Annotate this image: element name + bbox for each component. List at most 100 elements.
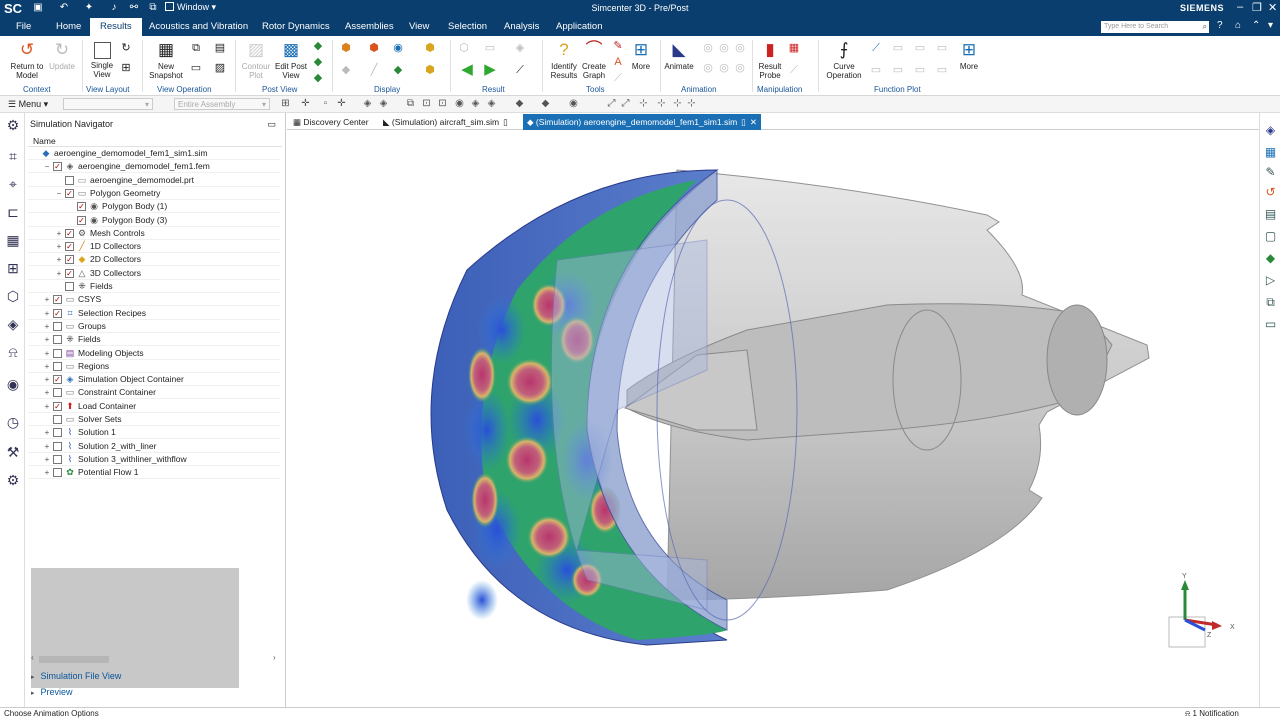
view-icon[interactable]: ⧉: [405, 98, 416, 109]
render-icon[interactable]: ◉: [568, 98, 579, 109]
coordinate-triad[interactable]: Y X Z: [1168, 573, 1235, 648]
snap-icon[interactable]: ⊹: [656, 98, 667, 109]
restore-icon[interactable]: ❐: [1252, 1, 1262, 14]
view-icon[interactable]: ◈: [470, 98, 481, 109]
tree-expander-icon[interactable]: +: [43, 400, 51, 413]
edit-icon[interactable]: ✎: [1263, 165, 1278, 180]
tree-row[interactable]: + ▭ Constraint Container: [28, 386, 280, 400]
menu-results[interactable]: Results: [90, 18, 142, 36]
tree-row[interactable]: + ⌇ Solution 2_with_liner: [28, 440, 280, 453]
display-icon[interactable]: ╱: [368, 64, 380, 76]
function-plot-icon[interactable]: ⟋: [870, 42, 882, 54]
layout-icon[interactable]: ▤: [1263, 207, 1278, 222]
close-icon[interactable]: ✕: [1268, 1, 1277, 14]
cube-icon[interactable]: ◈: [362, 98, 373, 109]
aeroengine-model[interactable]: Y X Z: [287, 130, 1259, 707]
tree-expander-icon[interactable]: +: [43, 293, 51, 306]
tree-row[interactable]: + ▭ Groups: [28, 320, 280, 333]
visibility-checkbox[interactable]: [53, 454, 62, 464]
function-plot-icon[interactable]: ▭: [914, 64, 926, 76]
frame-icon[interactable]: ▢: [1263, 229, 1278, 244]
tree-row[interactable]: + ✓ ⚙ Mesh Controls: [28, 227, 280, 240]
tree-expander-icon[interactable]: +: [43, 440, 51, 453]
tree-expander-icon[interactable]: +: [55, 267, 63, 280]
edit-post-view-button[interactable]: ▩ Edit Post View: [274, 40, 308, 80]
tree-expander-icon[interactable]: +: [43, 347, 51, 360]
tree-row[interactable]: + ✓ △ 3D Collectors: [28, 267, 280, 280]
snapshot-copy-icon[interactable]: ⧉: [190, 42, 202, 54]
panel-icon[interactable]: ▭: [1263, 317, 1278, 332]
anim-control-icon[interactable]: ◎: [718, 42, 730, 54]
roles-icon[interactable]: ⬡: [4, 287, 22, 305]
tree-expander-icon[interactable]: +: [55, 227, 63, 240]
menu-home[interactable]: Home: [55, 18, 82, 36]
menu-assemblies[interactable]: Assemblies: [344, 18, 395, 36]
animate-button[interactable]: ◣ Animate: [664, 40, 694, 72]
scroll-thumb[interactable]: [39, 656, 109, 663]
display-icon[interactable]: ⬢: [368, 42, 380, 54]
snapshot-image-icon[interactable]: ▭: [190, 62, 202, 74]
tool-icon[interactable]: A: [612, 56, 624, 68]
snap-icon[interactable]: ⊹: [672, 98, 683, 109]
visibility-checkbox[interactable]: [65, 175, 74, 185]
palette-icon[interactable]: ▦: [1263, 145, 1278, 160]
visibility-checkbox[interactable]: [53, 335, 62, 345]
tree-expander-icon[interactable]: +: [43, 307, 51, 320]
tree-expander-icon[interactable]: +: [43, 320, 51, 333]
visibility-checkbox[interactable]: ✓: [53, 162, 62, 172]
visibility-checkbox[interactable]: [53, 321, 62, 331]
gear-icon[interactable]: ⚙: [4, 116, 22, 134]
snap-icon[interactable]: ⤢: [606, 98, 617, 109]
render-icon[interactable]: ◆: [514, 98, 525, 109]
tree-row[interactable]: + ⁜ Fields: [28, 333, 280, 347]
home-icon[interactable]: ⌂: [1235, 20, 1241, 31]
simulation-file-view-section[interactable]: ▸ Simulation File View: [31, 671, 121, 681]
contour-plot-button[interactable]: ▨ Contour Plot: [240, 40, 272, 80]
tree-expander-icon[interactable]: +: [43, 333, 51, 346]
more-function-button[interactable]: ⊞ More: [956, 40, 982, 72]
preview-section[interactable]: ▸ Preview: [31, 687, 73, 697]
simulation-navigator-icon[interactable]: ⌗: [4, 147, 22, 165]
display-icon[interactable]: ◆: [340, 64, 352, 76]
tree-row[interactable]: + ▭ Regions: [28, 360, 280, 373]
settings-icon[interactable]: ⚙: [4, 471, 22, 489]
result-icon[interactable]: ▭: [484, 42, 496, 54]
visibility-checkbox[interactable]: ✓: [65, 255, 74, 265]
result-icon[interactable]: ⟋: [514, 64, 526, 76]
visibility-checkbox[interactable]: ✓: [53, 375, 62, 385]
tree-expander-icon[interactable]: +: [55, 240, 63, 253]
visibility-checkbox[interactable]: ✓: [77, 202, 86, 212]
visibility-checkbox[interactable]: ✓: [65, 242, 74, 252]
post-view-tool-icon[interactable]: ◆: [312, 40, 324, 52]
select-icon[interactable]: ✛: [336, 98, 347, 109]
tree-row[interactable]: − ✓ ◈ aeroengine_demomodel_fem1.fem: [28, 160, 280, 174]
tree-row[interactable]: + ✓ ◈ Simulation Object Container: [28, 373, 280, 387]
function-plot-icon[interactable]: ▭: [892, 64, 904, 76]
snap-icon[interactable]: ⤢: [620, 98, 631, 109]
visibility-checkbox[interactable]: [53, 348, 62, 358]
assembly-filter-select[interactable]: Entire Assembly ▾: [174, 98, 270, 110]
snap-icon[interactable]: ⊹: [638, 98, 649, 109]
create-graph-button[interactable]: ⌒ Create Graph: [580, 40, 608, 80]
tree-row[interactable]: + ✓ ◆ 2D Collectors: [28, 253, 280, 267]
tree-row[interactable]: ⁜ Fields: [28, 280, 280, 293]
visibility-checkbox[interactable]: ✓: [53, 401, 62, 411]
function-plot-icon[interactable]: ▭: [892, 42, 904, 54]
column-header-name[interactable]: Name: [28, 135, 282, 147]
tree-row[interactable]: ▭ aeroengine_demomodel.prt: [28, 174, 280, 187]
type-filter-select[interactable]: ▾: [63, 98, 153, 110]
help-icon[interactable]: ?: [1217, 20, 1223, 31]
visibility-checkbox[interactable]: [53, 415, 62, 424]
view-icon[interactable]: ⊡: [437, 98, 448, 109]
tree-row[interactable]: ✓ ◉ Polygon Body (1): [28, 200, 280, 214]
tree-expander-icon[interactable]: −: [55, 187, 63, 200]
display-icon[interactable]: ⬢: [424, 42, 436, 54]
anim-control-icon[interactable]: ◎: [734, 42, 746, 54]
tree-expander-icon[interactable]: +: [43, 386, 51, 399]
tree-row[interactable]: ◆ aeroengine_demomodel_fem1_sim1.sim: [28, 147, 280, 160]
visibility-checkbox[interactable]: ✓: [65, 228, 74, 238]
tool-icon[interactable]: ⟋: [612, 72, 624, 84]
view-icon[interactable]: ◈: [486, 98, 497, 109]
tree-row[interactable]: ✓ ◉ Polygon Body (3): [28, 214, 280, 227]
menu-analysis[interactable]: Analysis: [503, 18, 540, 36]
